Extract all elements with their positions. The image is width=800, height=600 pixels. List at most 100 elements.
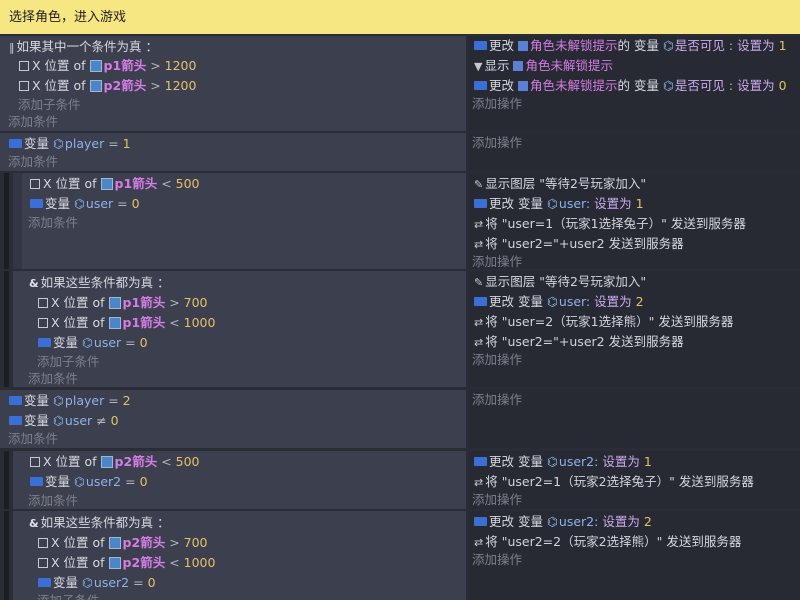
variable-icon [474, 517, 487, 526]
conditions-column[interactable]: 变量 ⌬player = 1 添加条件 [0, 133, 466, 171]
actions-column[interactable]: 更改 变量 ⌬user2: 设置为 1 ⇄ 将 "user2=1（玩家2选择兔子）… [468, 451, 800, 509]
indent-bar [4, 173, 9, 269]
pause-icon: ‖ [9, 41, 15, 54]
image-icon [89, 60, 102, 72]
add-action-link[interactable]: 添加操作 [472, 550, 522, 570]
action-row[interactable]: 更改 变量 ⌬user: 设置为 1 [474, 194, 644, 214]
checkbox-icon [19, 61, 29, 71]
action-row[interactable]: 更改 变量 ⌬user2: 设置为 1 [474, 452, 652, 472]
add-action-link[interactable]: 添加操作 [472, 94, 522, 114]
action-row[interactable]: 更改 角色未解锁提示的 变量 ⌬是否可见 : 设置为 1 [474, 36, 787, 56]
conditions-column[interactable]: 变量 ⌬player = 2 变量 ⌬user ≠ 0 添加条件 [0, 390, 466, 448]
condition-row[interactable]: 变量 ⌬user2 = 0 [30, 472, 148, 492]
action-row[interactable]: ⇄ 将 "user2="+user2 发送到服务器 [474, 234, 684, 254]
event-player-1[interactable]: 变量 ⌬player = 1 添加条件 添加操作 [0, 133, 800, 171]
and-condition-header[interactable]: & 如果这些条件都为真 ： [29, 273, 170, 293]
variable-link-icon: ⌬ [53, 393, 64, 408]
subevent-p1-rabbit[interactable]: X 位置 of p1箭头 < 500 变量 ⌬user = 0 添加条件 ✎ 显示… [0, 173, 800, 269]
or-condition-header[interactable]: ‖ 如果其中一个条件为真 ： [9, 37, 158, 57]
image-icon [100, 456, 113, 468]
actions-column[interactable]: ✎ 显示图层 "等待2号玩家加入" 更改 变量 ⌬user: 设置为 2 ⇄ 将 "… [468, 271, 800, 387]
action-row[interactable]: ▼ 显示 角色未解锁提示 [474, 56, 613, 76]
add-action-link[interactable]: 添加操作 [472, 350, 522, 370]
variable-icon [30, 199, 43, 208]
actions-column[interactable]: ✎ 显示图层 "等待2号玩家加入" 更改 变量 ⌬user: 设置为 1 ⇄ 将 "… [468, 173, 800, 269]
action-row[interactable]: ✎ 显示图层 "等待2号玩家加入" [474, 272, 646, 292]
ampersand-icon: & [29, 517, 39, 530]
variable-link-icon: ⌬ [74, 474, 85, 489]
image-icon [108, 297, 121, 309]
sync-icon: ⇄ [474, 316, 484, 329]
actions-column[interactable]: 添加操作 [468, 133, 800, 171]
checkbox-icon [19, 81, 29, 91]
variable-link-icon: ⌬ [662, 78, 674, 93]
variable-icon [30, 477, 43, 486]
event-player-2[interactable]: 变量 ⌬player = 2 变量 ⌬user ≠ 0 添加条件 添加操作 [0, 390, 800, 448]
condition-row[interactable]: X 位置 of p1箭头 > 700 [38, 293, 208, 313]
indent-bar [4, 511, 9, 600]
event-or-arrows-out[interactable]: ‖ 如果其中一个条件为真 ： X 位置 of p1箭头 > 1200 X 位置 o… [0, 36, 800, 131]
condition-row[interactable]: X 位置 of p1箭头 < 500 [30, 174, 200, 194]
actions-column[interactable]: 添加操作 [468, 390, 800, 448]
conditions-column[interactable]: ‖ 如果其中一个条件为真 ： X 位置 of p1箭头 > 1200 X 位置 o… [0, 36, 466, 131]
action-row[interactable]: ⇄ 将 "user=1（玩家1选择兔子）" 发送到服务器 [474, 214, 746, 234]
action-row[interactable]: 更改 变量 ⌬user2: 设置为 2 [474, 512, 652, 532]
condition-row[interactable]: 变量 ⌬user ≠ 0 [9, 411, 119, 431]
add-condition-link[interactable]: 添加条件 [28, 213, 78, 233]
action-row[interactable]: ✎ 显示图层 "等待2号玩家加入" [474, 174, 646, 194]
show-icon: ▼ [474, 60, 483, 73]
condition-row[interactable]: 变量 ⌬player = 2 [9, 391, 131, 411]
conditions-column[interactable]: X 位置 of p2箭头 < 500 变量 ⌬user2 = 0 添加条件 [13, 451, 466, 509]
action-row[interactable]: 更改 角色未解锁提示的 变量 ⌬是否可见 : 设置为 0 [474, 76, 787, 96]
action-row[interactable]: 更改 变量 ⌬user: 设置为 2 [474, 292, 644, 312]
subevent-p2-bear[interactable]: & 如果这些条件都为真 ： X 位置 of p2箭头 > 700 X 位置 of … [0, 511, 800, 600]
action-row[interactable]: ⇄ 将 "user=2（玩家1选择熊）" 发送到服务器 [474, 312, 733, 332]
add-action-link[interactable]: 添加操作 [472, 252, 522, 269]
condition-row[interactable]: X 位置 of p1箭头 < 1000 [38, 313, 215, 333]
subevent-p1-bear[interactable]: & 如果这些条件都为真 ： X 位置 of p1箭头 > 700 X 位置 of … [0, 271, 800, 387]
variable-link-icon: ⌬ [546, 514, 558, 529]
condition-row[interactable]: X 位置 of p2箭头 < 1000 [38, 553, 215, 573]
condition-row[interactable]: 变量 ⌬player = 1 [9, 134, 131, 154]
condition-row[interactable]: 变量 ⌬user2 = 0 [38, 573, 156, 593]
condition-row[interactable]: X 位置 of p2箭头 > 700 [38, 533, 208, 553]
variable-link-icon: ⌬ [82, 335, 93, 350]
add-condition-link[interactable]: 添加条件 [28, 491, 78, 509]
action-row[interactable]: ⇄ 将 "user2="+user2 发送到服务器 [474, 332, 684, 352]
checkbox-icon [30, 179, 40, 189]
variable-icon [38, 338, 51, 347]
actions-column[interactable]: 更改 变量 ⌬user2: 设置为 2 ⇄ 将 "user2=2（玩家2选择熊）"… [468, 511, 800, 600]
add-condition-link[interactable]: 添加条件 [8, 152, 58, 171]
subevent-p2-rabbit[interactable]: X 位置 of p2箭头 < 500 变量 ⌬user2 = 0 添加条件 更改… [0, 451, 800, 509]
action-row[interactable]: ⇄ 将 "user2=2（玩家2选择熊）" 发送到服务器 [474, 532, 741, 552]
add-action-link[interactable]: 添加操作 [472, 133, 522, 153]
add-condition-link[interactable]: 添加条件 [8, 112, 58, 131]
object-icon [518, 41, 528, 51]
add-condition-link[interactable]: 添加条件 [8, 429, 58, 448]
condition-row[interactable]: X 位置 of p1箭头 > 1200 [19, 56, 196, 76]
condition-row[interactable]: X 位置 of p2箭头 < 500 [30, 452, 200, 472]
action-row[interactable]: ⇄ 将 "user2=1（玩家2选择兔子）" 发送到服务器 [474, 472, 754, 492]
actions-column[interactable]: 更改 角色未解锁提示的 变量 ⌬是否可见 : 设置为 1 ▼ 显示 角色未解锁提示… [468, 36, 800, 131]
image-icon [108, 557, 121, 569]
add-subcondition-link[interactable]: 添加子条件 [37, 591, 100, 600]
conditions-column[interactable]: X 位置 of p1箭头 < 500 变量 ⌬user = 0 添加条件 [13, 173, 466, 269]
condition-row[interactable]: 变量 ⌬user = 0 [38, 333, 148, 353]
add-condition-link[interactable]: 添加条件 [28, 369, 78, 387]
add-action-link[interactable]: 添加操作 [472, 490, 522, 509]
conditions-column[interactable]: & 如果这些条件都为真 ： X 位置 of p2箭头 > 700 X 位置 of … [13, 511, 466, 600]
add-action-link[interactable]: 添加操作 [472, 390, 522, 410]
pencil-icon: ✎ [474, 276, 484, 289]
condition-row[interactable]: 变量 ⌬user = 0 [30, 194, 140, 214]
indent-bar [4, 271, 9, 387]
variable-link-icon: ⌬ [662, 38, 674, 53]
variable-link-icon: ⌬ [546, 196, 558, 211]
ampersand-icon: & [29, 277, 39, 290]
image-icon [100, 178, 113, 190]
conditions-column[interactable]: & 如果这些条件都为真 ： X 位置 of p1箭头 > 700 X 位置 of … [13, 271, 466, 387]
object-icon [513, 61, 524, 71]
variable-link-icon: ⌬ [82, 575, 93, 590]
and-condition-header[interactable]: & 如果这些条件都为真 ： [29, 513, 170, 533]
event-comment[interactable]: 选择角色，进入游戏 [0, 0, 800, 34]
condition-row[interactable]: X 位置 of p2箭头 > 1200 [19, 76, 196, 96]
